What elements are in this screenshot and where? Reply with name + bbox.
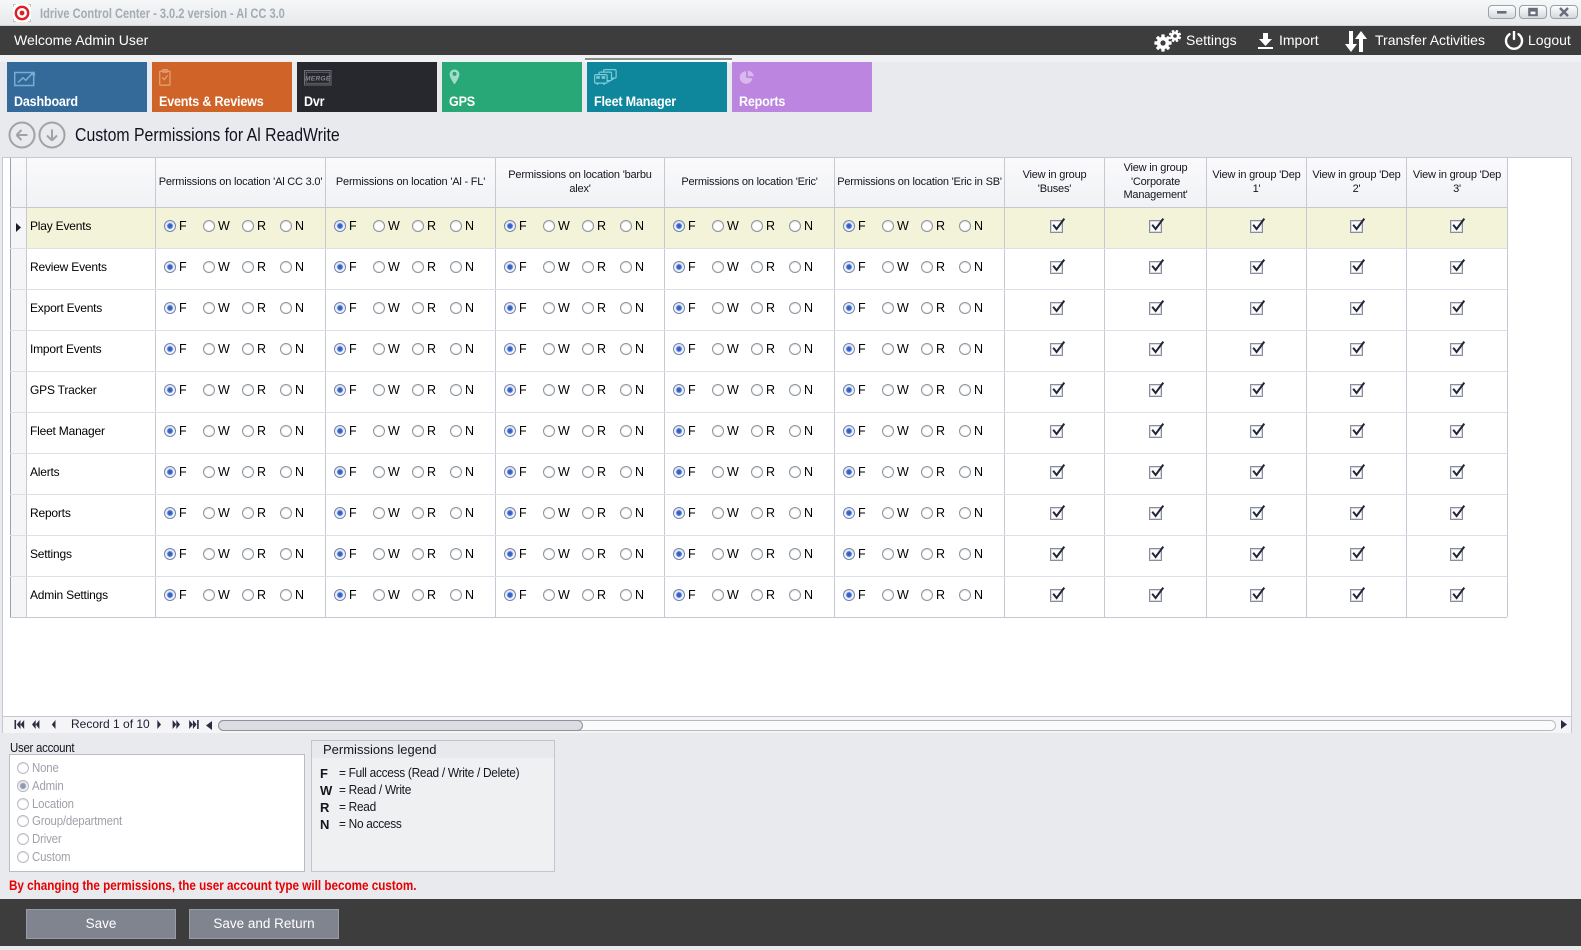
svg-text:MERGE: MERGE bbox=[305, 76, 331, 83]
